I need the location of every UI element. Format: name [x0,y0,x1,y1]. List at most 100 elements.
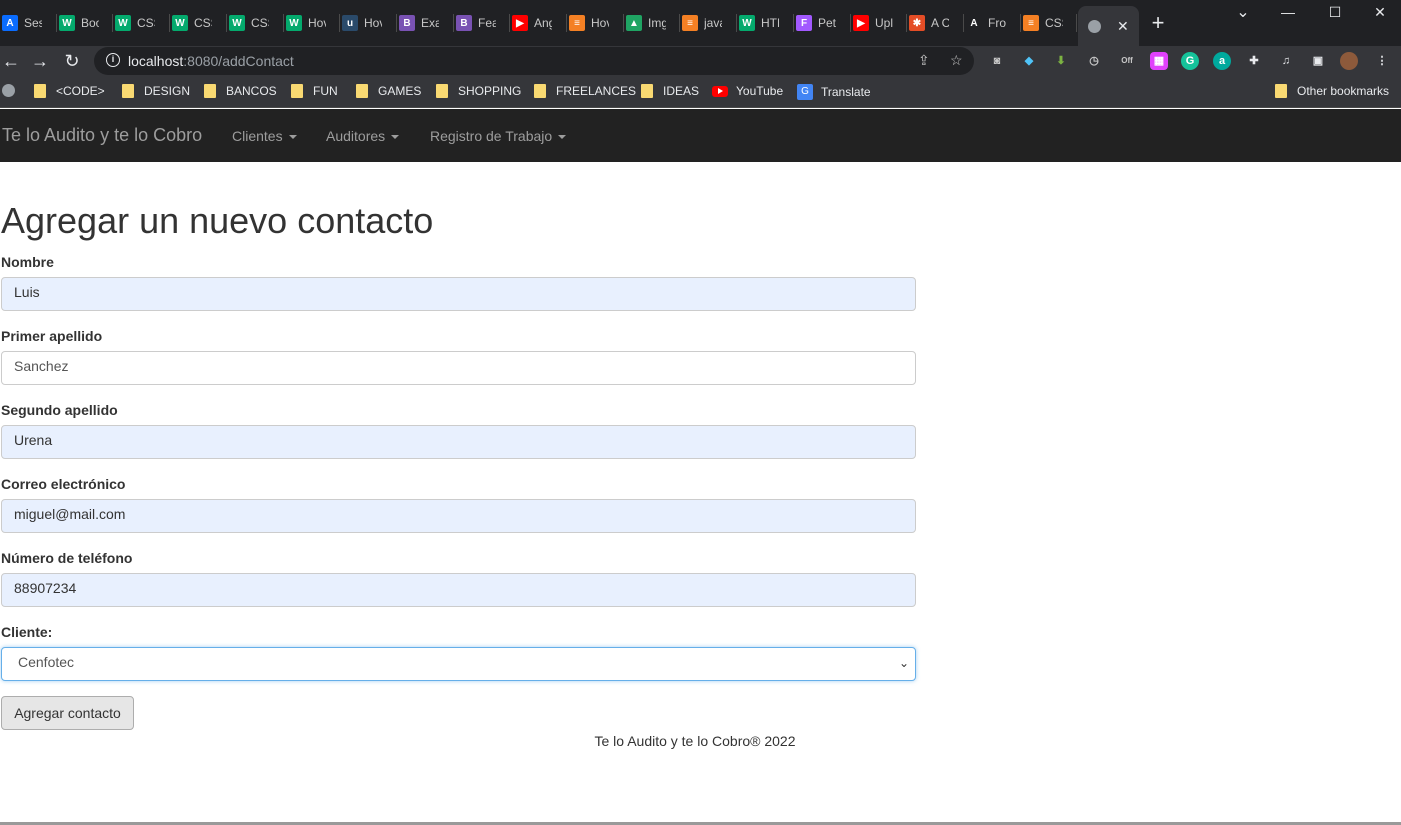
app-navbar: Te lo Audito y te lo Cobro Clientes Audi… [0,109,1401,162]
reload-icon[interactable]: ↻ [61,49,83,73]
menu-kebab-icon[interactable]: ⋮ [1373,52,1391,70]
browser-tab[interactable]: W CSS [172,8,224,38]
side-panel-icon[interactable]: ▣ [1309,52,1327,70]
bookmark-item[interactable]: DESIGN [122,84,190,98]
browser-tab[interactable]: W Hov [286,8,338,38]
tab-favicon-icon: u [342,15,358,31]
tab-favicon-icon: W [172,15,188,31]
tab-search-button[interactable]: ⌄ [1233,2,1253,22]
browser-tab[interactable]: W HTM [739,8,791,38]
bookmark-label: FREELANCES [556,84,637,98]
browser-tab[interactable]: ▶ Ang [512,8,564,38]
browser-tab[interactable]: u Hov [342,8,394,38]
color-extension-icon[interactable]: ▦ [1150,52,1168,70]
folder-icon [1275,84,1287,98]
browser-tab[interactable]: ≡ java [682,8,734,38]
tab-favicon-icon: A [966,15,982,31]
folder-icon [534,84,546,98]
tab-favicon-icon: ≡ [1023,15,1039,31]
browser-tab[interactable]: A Fro [966,8,1018,38]
bookmark-item[interactable]: G Translate [797,84,871,100]
tab-separator [906,14,907,32]
clock-extension-icon[interactable]: ◷ [1085,52,1103,70]
bookmark-item[interactable]: BANCOS [204,84,277,98]
browser-tab[interactable]: ✱ A C [909,8,961,38]
bookmark-item[interactable]: FREELANCES [534,84,636,98]
minimize-button[interactable]: — [1278,4,1298,20]
segundo-apellido-input[interactable]: Urena [1,425,916,459]
bookmark-item[interactable]: GAMES [356,84,421,98]
back-icon[interactable]: ← [0,49,22,73]
bookmark-label: BANCOS [226,84,277,98]
folder-icon [122,84,134,98]
tab-title: HTM [761,16,779,30]
browser-tab[interactable]: B Fea [456,8,508,38]
tab-separator [339,14,340,32]
bookmark-item[interactable]: SHOPPING [436,84,521,98]
bookmark-item[interactable]: YouTube [712,84,783,98]
browser-tab[interactable]: A Ses [2,8,54,38]
download-extension-icon[interactable]: ⬇ [1052,52,1070,70]
primer-apellido-input[interactable]: Sanchez [1,351,916,385]
active-tab[interactable]: ✕ [1078,6,1139,46]
browser-tab[interactable]: W Boo [59,8,111,38]
correo-input[interactable]: miguel@mail.com [1,499,916,533]
youtube-icon [712,85,728,97]
agregar-contacto-button[interactable]: Agregar contacto [1,696,134,730]
navbar-brand[interactable]: Te lo Audito y te lo Cobro [2,125,202,146]
telefono-input[interactable]: 88907234 [1,573,916,607]
tab-separator [623,14,624,32]
apps-globe-icon[interactable] [2,84,15,97]
browser-tab[interactable]: B Exa [399,8,451,38]
extensions-puzzle-icon[interactable]: ✚ [1245,52,1263,70]
browser-tab[interactable]: ▲ Img [626,8,678,38]
browser-tab[interactable]: ≡ Hov [569,8,621,38]
tab-separator [679,14,680,32]
nav-menu-registro-de-trabajo[interactable]: Registro de Trabajo [430,128,567,144]
chevron-down-icon: ⌄ [898,656,909,670]
tab-separator [169,14,170,32]
share-icon[interactable]: ⇪ [918,52,930,69]
bookmark-item[interactable]: IDEAS [641,84,699,98]
profile-avatar[interactable] [1340,52,1358,70]
tab-title: Hov [591,16,609,30]
page-title: Agregar un nuevo contacto [1,200,434,241]
maximize-button[interactable]: ☐ [1325,4,1345,21]
tab-favicon-icon: ✱ [909,15,925,31]
bookmark-item[interactable]: <CODE> [34,84,105,98]
new-tab-button[interactable]: + [1148,11,1168,35]
off-extension-icon[interactable]: Off [1118,52,1136,70]
nav-menu-auditores[interactable]: Auditores [326,128,400,144]
bookmark-star-icon[interactable]: ☆ [950,52,963,69]
tab-favicon-icon: W [739,15,755,31]
browser-tab[interactable]: F Pet [796,8,848,38]
browser-tab[interactable]: ▶ Upl [853,8,905,38]
media-control-icon[interactable]: ♫ [1277,52,1295,70]
browser-tab[interactable]: ≡ CSS [1023,8,1075,38]
gem-extension-icon[interactable]: ◆ [1020,52,1038,70]
camera-extension-icon[interactable]: ◙ [988,52,1006,70]
bookmark-label: GAMES [378,84,422,98]
tab-title: Ang [534,16,552,30]
bookmark-item[interactable]: FUN [291,84,338,98]
tab-separator [963,14,964,32]
other-bookmarks-folder[interactable]: Other bookmarks [1275,84,1389,98]
tab-title: java [704,16,722,30]
browser-tab[interactable]: W CSS [229,8,281,38]
cliente-select[interactable]: Cenfotec ⌄ [1,647,916,681]
grammarly-icon[interactable]: G [1181,52,1199,70]
site-info-icon[interactable]: i [106,53,120,67]
cliente-label: Cliente: [1,624,53,640]
a-extension-icon[interactable]: a [1213,52,1231,70]
browser-tab[interactable]: W CSS [115,8,167,38]
window-close-button[interactable]: ✕ [1370,4,1390,21]
other-bookmarks-label: Other bookmarks [1297,84,1390,98]
address-bar[interactable]: i localhost:8080/addContact ⇪ ☆ [94,47,974,75]
bookmark-label: FUN [313,84,338,98]
tab-close-icon[interactable]: ✕ [1117,18,1129,35]
tab-title: Ses [24,16,42,30]
forward-icon[interactable]: → [29,49,51,73]
nav-menu-clientes[interactable]: Clientes [232,128,297,144]
tab-title: Fro [988,16,1006,30]
nombre-input[interactable]: Luis [1,277,916,311]
